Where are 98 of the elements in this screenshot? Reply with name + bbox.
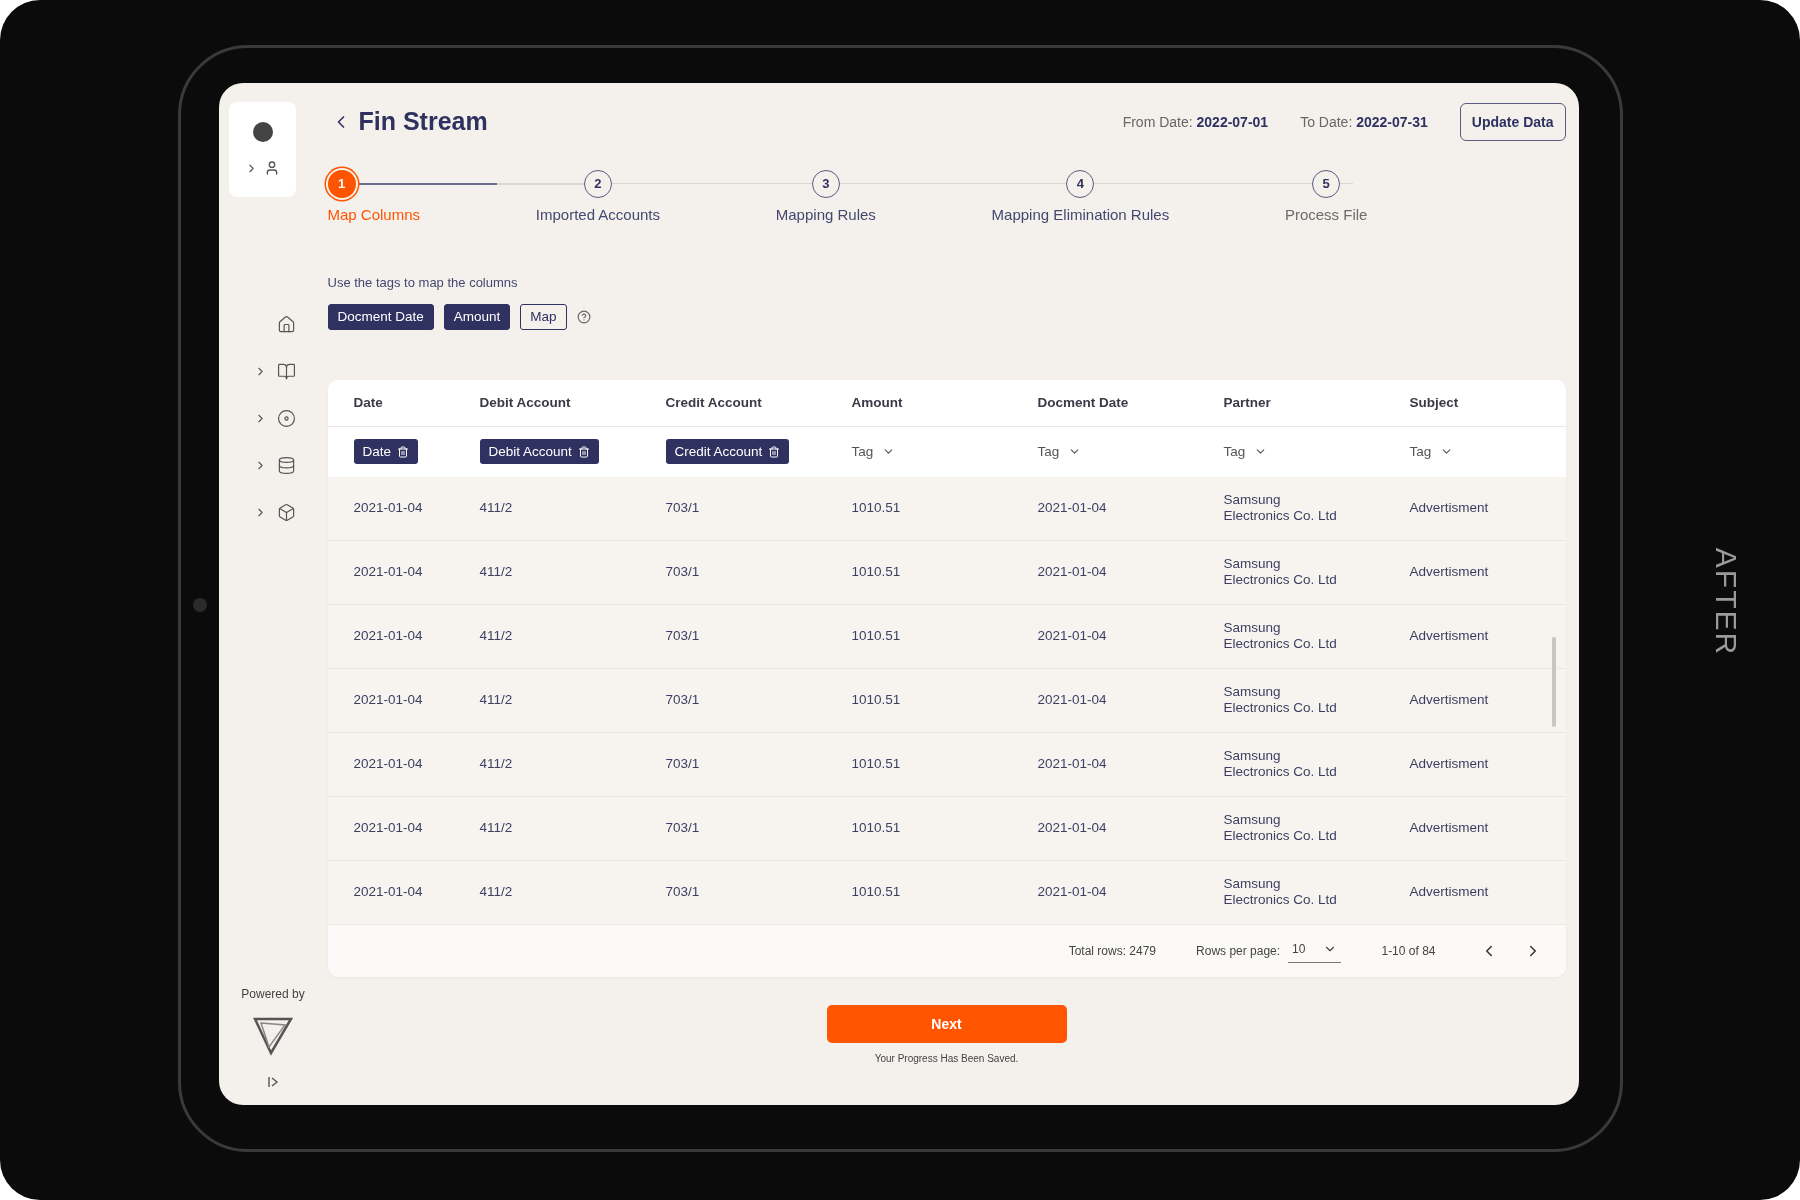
table-cell-text: Samsung Electronics Co. Ltd bbox=[1223, 684, 1338, 716]
table-cell-text: 703/1 bbox=[665, 564, 701, 580]
table-cell-text: 2021-01-04 bbox=[1037, 692, 1108, 708]
table-cell-text: 2021-01-04 bbox=[353, 820, 424, 836]
user-icon[interactable] bbox=[264, 160, 280, 176]
instruction-text: Use the tags to map the columns bbox=[327, 274, 519, 290]
column-header: Partner bbox=[1223, 395, 1272, 410]
trash-icon[interactable] bbox=[768, 445, 781, 458]
mapping-chip[interactable]: Date bbox=[353, 439, 419, 464]
column-header: Debit Account bbox=[479, 395, 572, 410]
table-cell-text: 703/1 bbox=[665, 500, 701, 516]
table-cell-text: 2021-01-04 bbox=[1037, 756, 1108, 772]
home-icon[interactable] bbox=[277, 314, 296, 334]
table-cell-text: 703/1 bbox=[665, 756, 701, 772]
table-cell-text: Samsung Electronics Co. Ltd bbox=[1223, 620, 1338, 652]
table-cell-text: 2021-01-04 bbox=[1037, 500, 1108, 516]
table-cell-text: 703/1 bbox=[665, 628, 701, 644]
powered-by-label: Powered by bbox=[241, 986, 305, 1001]
rows-per-page-select[interactable]: 10 bbox=[1288, 938, 1342, 963]
table-cell-text: Advertisment bbox=[1409, 884, 1490, 900]
column-header: Credit Account bbox=[665, 395, 763, 410]
table-cell-text: 411/2 bbox=[479, 884, 514, 900]
table-cell-text: 2021-01-04 bbox=[353, 692, 424, 708]
tag-dropdown[interactable]: Tag bbox=[851, 444, 896, 459]
table-cell-text: 2021-01-04 bbox=[1037, 884, 1108, 900]
column-header: Date bbox=[353, 395, 384, 410]
table-cell-text: 703/1 bbox=[665, 884, 701, 900]
book-icon[interactable] bbox=[277, 361, 296, 381]
update-data-button[interactable]: Update Data bbox=[1459, 102, 1566, 141]
table-cell-text: 2021-01-04 bbox=[353, 884, 424, 900]
mapping-chip[interactable]: Debit Account bbox=[479, 439, 599, 464]
total-rows: Total rows: 2479 bbox=[1068, 943, 1157, 958]
side-label: AFTER bbox=[1709, 547, 1744, 657]
table-cell-text: 1010.51 bbox=[851, 884, 902, 900]
cube-icon[interactable] bbox=[277, 502, 296, 522]
table-cell-text: Samsung Electronics Co. Ltd bbox=[1223, 748, 1338, 780]
table-cell-text: 411/2 bbox=[479, 692, 514, 708]
table-cell-text: 411/2 bbox=[479, 756, 514, 772]
disc-icon[interactable] bbox=[277, 408, 296, 428]
table-cell-text: 411/2 bbox=[479, 500, 514, 516]
table-cell-text: 1010.51 bbox=[851, 692, 902, 708]
table-cell-text: 703/1 bbox=[665, 692, 701, 708]
avatar bbox=[252, 122, 273, 142]
scrollbar[interactable] bbox=[1551, 636, 1556, 727]
table-cell-text: 1010.51 bbox=[851, 564, 902, 580]
table-cell-text: Advertisment bbox=[1409, 692, 1490, 708]
table-cell-text: 2021-01-04 bbox=[353, 500, 424, 516]
page-title: Fin Stream bbox=[358, 107, 488, 136]
rows-per-page-label: Rows per page: bbox=[1196, 943, 1281, 958]
table-cell-text: 1010.51 bbox=[851, 628, 902, 644]
table-cell-text: 2021-01-04 bbox=[353, 628, 424, 644]
table-cell-text: Samsung Electronics Co. Ltd bbox=[1223, 812, 1338, 844]
help-icon[interactable] bbox=[576, 309, 591, 324]
table-cell-text: 411/2 bbox=[479, 820, 514, 836]
table-cell-text: 2021-01-04 bbox=[353, 756, 424, 772]
table-cell-text: Advertisment bbox=[1409, 756, 1490, 772]
saved-note: Your Progress Has Been Saved. bbox=[874, 1052, 1019, 1064]
table-cell-text: Samsung Electronics Co. Ltd bbox=[1223, 556, 1338, 588]
table-cell-text: 2021-01-04 bbox=[1037, 564, 1108, 580]
tag-dropdown[interactable]: Tag bbox=[1223, 444, 1268, 459]
trash-icon[interactable] bbox=[397, 445, 410, 458]
column-header: Amount bbox=[851, 395, 904, 410]
table-cell-text: 2021-01-04 bbox=[1037, 628, 1108, 644]
database-icon[interactable] bbox=[277, 455, 296, 475]
table-cell-text: 1010.51 bbox=[851, 820, 902, 836]
trash-icon[interactable] bbox=[577, 445, 590, 458]
table-cell-text: Samsung Electronics Co. Ltd bbox=[1223, 876, 1338, 908]
column-header: Subject bbox=[1409, 395, 1460, 410]
step-label[interactable]: Mapping Elimination Rules bbox=[991, 205, 1170, 223]
from-date: From Date: 2022-07-01 bbox=[1122, 113, 1269, 130]
step-label[interactable]: Imported Accounts bbox=[535, 205, 661, 223]
step-number[interactable]: 4 bbox=[1066, 169, 1095, 198]
table-cell-text: 1010.51 bbox=[851, 756, 902, 772]
tag-dropdown[interactable]: Tag bbox=[1409, 444, 1454, 459]
tag[interactable]: Amount bbox=[443, 303, 511, 330]
expand-sidebar-icon[interactable] bbox=[266, 1074, 280, 1089]
table-cell-text: 2021-01-04 bbox=[353, 564, 424, 580]
tag[interactable]: Docment Date bbox=[327, 303, 434, 330]
table-cell-text: 2021-01-04 bbox=[1037, 820, 1108, 836]
column-header: Docment Date bbox=[1037, 395, 1130, 410]
table-cell-text: 1010.51 bbox=[851, 500, 902, 516]
step-label[interactable]: Mapping Rules bbox=[775, 205, 876, 223]
mapping-chip[interactable]: Credit Account bbox=[665, 439, 790, 464]
tag[interactable]: Map bbox=[520, 303, 567, 330]
table-cell-text: Advertisment bbox=[1409, 564, 1490, 580]
table-cell-text: 411/2 bbox=[479, 628, 514, 644]
step-number[interactable]: 3 bbox=[811, 169, 840, 198]
table-cell-text: Advertisment bbox=[1409, 820, 1490, 836]
to-date: To Date: 2022-07-31 bbox=[1300, 113, 1428, 130]
table-cell-text: 703/1 bbox=[665, 820, 701, 836]
step-number[interactable]: 2 bbox=[583, 169, 612, 198]
table-cell-text: Advertisment bbox=[1409, 628, 1490, 644]
tag-dropdown[interactable]: Tag bbox=[1037, 444, 1082, 459]
table-cell-text: Advertisment bbox=[1409, 500, 1490, 516]
page-range: 1-10 of 84 bbox=[1381, 943, 1436, 958]
table-cell-text: Samsung Electronics Co. Ltd bbox=[1223, 492, 1338, 524]
camera-icon bbox=[192, 597, 207, 612]
table-cell-text: 411/2 bbox=[479, 564, 514, 580]
